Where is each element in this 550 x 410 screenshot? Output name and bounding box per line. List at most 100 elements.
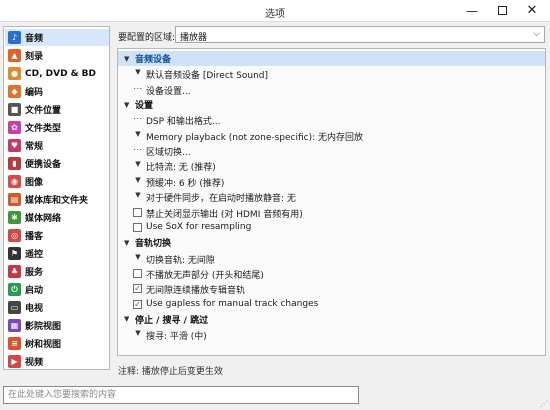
sidebar-item-label: 遥控 [25, 250, 44, 260]
maximize-button[interactable] [487, 0, 517, 22]
option-label: Use SoX for resampling [146, 221, 252, 232]
dialog-option[interactable]: ... DSP 和输出格式... [118, 112, 545, 127]
sidebar-item[interactable]: ◆ 编码 [5, 83, 109, 100]
sidebar-item[interactable]: ▲ 刻录 [5, 47, 109, 64]
minimize-button[interactable]: — [457, 0, 487, 22]
checkbox-option[interactable]: Use SoX for resampling [118, 220, 545, 235]
dropdown-option[interactable]: ▼ 搜寻: 平滑 (中) [118, 327, 545, 342]
section-header[interactable]: ▼ 音频设备 [118, 51, 545, 66]
sidebar-item-label: 编码 [25, 88, 44, 98]
power-icon: ⏻ [8, 283, 21, 296]
sidebar-item[interactable]: ◎ 播客 [5, 227, 109, 244]
option-label: 比特流: 无 (推荐) [146, 163, 216, 174]
encode-icon: ◆ [8, 85, 21, 98]
folder-icon: ■ [8, 103, 21, 116]
checkbox-option[interactable]: 不播放无声部分 (开头和结尾) [118, 266, 545, 281]
checkbox[interactable] [133, 222, 142, 232]
dropdown-option[interactable]: ▼ 对于硬件同步，在启动时播放静音: 无 [118, 189, 545, 204]
dropdown-option[interactable]: ▼ 默认音频设备 [Direct Sound] [118, 66, 545, 81]
sidebar-item-label: 刻录 [25, 52, 44, 62]
checkbox[interactable]: ✓ [133, 299, 142, 309]
sidebar-item[interactable]: ♥ 常规 [5, 137, 109, 154]
file-types-icon: ✿ [8, 121, 21, 134]
chevron-down-icon: ⌵ [533, 29, 540, 39]
dropdown-arrow-icon: ▼ [135, 191, 141, 200]
sidebar-item-label: 便携设备 [25, 160, 62, 170]
checkbox-option[interactable]: ✓ Use gapless for manual track changes [118, 297, 545, 312]
checkbox[interactable] [133, 207, 142, 217]
sidebar-item[interactable]: ▶ 视频 [5, 353, 109, 370]
dialog-option[interactable]: ... 设备设置... [118, 82, 545, 97]
sidebar-item[interactable]: ♪ 音频 [5, 29, 109, 46]
image-icon: ◉ [8, 175, 21, 188]
dialog-option[interactable]: ... 区域切换... [118, 143, 545, 158]
sidebar-item-label: 文件类型 [25, 124, 62, 134]
library-icon: ▤ [8, 193, 21, 206]
tv-icon: ▭ [8, 301, 21, 314]
option-label: 默认音频设备 [Direct Sound] [146, 71, 269, 82]
collapse-arrow-icon[interactable]: ▼ [124, 55, 129, 63]
general-icon: ♥ [8, 139, 21, 152]
ellipsis-icon: ... [133, 81, 143, 91]
sidebar-item[interactable]: ⚑ 遥控 [5, 245, 109, 262]
dropdown-arrow-icon: ▼ [135, 68, 141, 77]
sidebar-item-label: 媒体库和文件夹 [25, 196, 89, 206]
option-label: 不播放无声部分 (开头和结尾) [146, 270, 264, 281]
collapse-arrow-icon[interactable]: ▼ [124, 101, 129, 109]
resize-grip-icon[interactable]: ⋰ [540, 399, 548, 408]
dropdown-arrow-icon: ▼ [135, 329, 141, 338]
sidebar-item[interactable]: ✿ 文件类型 [5, 119, 109, 136]
collapse-arrow-icon[interactable]: ▼ [124, 315, 129, 323]
checkbox[interactable]: ✓ [133, 284, 142, 294]
sidebar-item[interactable]: ▤ 媒体库和文件夹 [5, 191, 109, 208]
sidebar-item[interactable]: ● CD, DVD & BD [5, 65, 109, 82]
section-header[interactable]: ▼ 停止 / 搜寻 / 跳过 [118, 312, 545, 327]
section-header[interactable]: ▼ 设置 [118, 97, 545, 112]
sidebar-item[interactable]: ✱ 媒体网络 [5, 209, 109, 226]
collapse-arrow-icon[interactable]: ▼ [124, 239, 129, 247]
region-select[interactable]: 播放器 ⌵ [175, 26, 545, 43]
sidebar-item[interactable]: ⏻ 启动 [5, 281, 109, 298]
music-note-icon: ♪ [8, 31, 21, 44]
sidebar-item[interactable]: ≡ 树和视图 [5, 335, 109, 352]
close-button[interactable]: ✕ [517, 0, 547, 22]
option-label: Use gapless for manual track changes [146, 298, 319, 309]
fire-icon: ▲ [8, 49, 21, 62]
sidebar-item[interactable]: ▦ 影院视图 [5, 317, 109, 334]
sidebar-item-label: 启动 [25, 286, 44, 296]
sidebar-item[interactable]: ♣ 服务 [5, 263, 109, 280]
section-title: 设置 [135, 101, 154, 112]
option-label: 设备设置... [146, 86, 191, 97]
sidebar-item[interactable]: ▭ 电视 [5, 299, 109, 316]
option-label: 无间隙连续播放专辑音轨 [146, 286, 246, 297]
option-label: 区域切换... [146, 148, 191, 159]
dropdown-arrow-icon: ▼ [135, 129, 141, 138]
dropdown-option[interactable]: ▼ 比特流: 无 (推荐) [118, 158, 545, 173]
option-label: 搜寻: 平滑 (中) [146, 332, 207, 343]
sidebar-item[interactable]: ▮ 便携设备 [5, 155, 109, 172]
checkbox[interactable] [133, 268, 142, 278]
sidebar-item-label: 媒体网络 [25, 214, 62, 224]
dropdown-option[interactable]: ▼ 切换音轨: 无间隙 [118, 251, 545, 266]
section-header[interactable]: ▼ 音轨切换 [118, 235, 545, 250]
maximize-icon [497, 6, 507, 15]
search-box[interactable] [3, 386, 359, 404]
sidebar-item-label: 图像 [25, 178, 44, 188]
remote-icon: ⚑ [8, 247, 21, 260]
sidebar-item-label: 常规 [25, 142, 44, 152]
checkbox-option[interactable]: 禁止关闭显示输出 (对 HDMI 音频有用) [118, 205, 545, 220]
checkbox-option[interactable]: ✓ 无间隙连续播放专辑音轨 [118, 281, 545, 296]
option-label: Memory playback (not zone-specific): 无内存… [146, 132, 364, 143]
sidebar-item-label: 影院视图 [25, 322, 62, 332]
option-label: 对于硬件同步，在启动时播放静音: 无 [146, 194, 296, 205]
sidebar-item[interactable]: ■ 文件位置 [5, 101, 109, 118]
podcast-icon: ◎ [8, 229, 21, 242]
option-label: 禁止关闭显示输出 (对 HDMI 音频有用) [146, 209, 303, 220]
search-input[interactable] [4, 387, 358, 403]
dropdown-option[interactable]: ▼ 预缓冲: 6 秒 (推荐) [118, 174, 545, 189]
sidebar-item[interactable]: ◉ 图像 [5, 173, 109, 190]
option-label: 切换音轨: 无间隙 [146, 255, 215, 266]
theater-view-icon: ▦ [8, 319, 21, 332]
dropdown-option[interactable]: ▼ Memory playback (not zone-specific): 无内… [118, 128, 545, 143]
section-title: 停止 / 搜寻 / 跳过 [135, 315, 209, 326]
